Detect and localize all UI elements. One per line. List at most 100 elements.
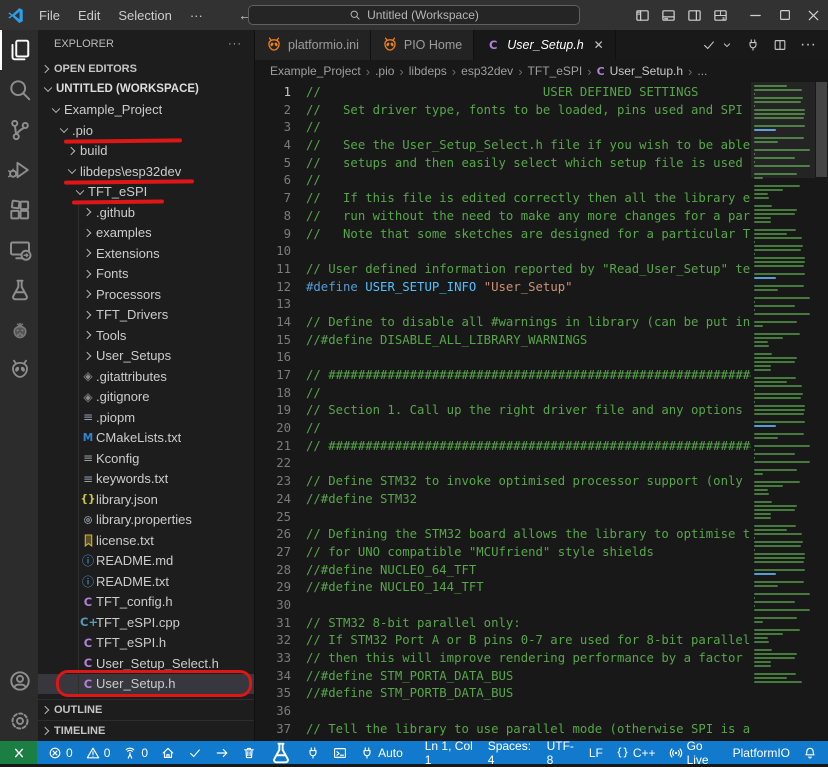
code-line-24[interactable]: 24//#define STM32 <box>255 491 751 509</box>
status-pio-test[interactable] <box>264 741 298 764</box>
tab-platformio-ini[interactable]: platformio.ini <box>255 30 371 60</box>
breadcrumb[interactable]: Example_Project›.pio›libdeps›esp32dev›TF… <box>255 60 828 82</box>
tree-item-readme-md[interactable]: ⓘREADME.md <box>38 551 254 572</box>
tree-item-license-txt[interactable]: license.txt <box>38 530 254 551</box>
activity-testing-icon[interactable] <box>0 270 38 310</box>
tree-item-processors[interactable]: Processors <box>38 284 254 305</box>
tree-item-examples[interactable]: examples <box>38 223 254 244</box>
breadcrumb-item-[interactable]: ... <box>697 64 707 78</box>
section-timeline[interactable]: TIMELINE <box>38 720 254 741</box>
activity-run-debug-icon[interactable] <box>0 150 38 190</box>
code-line-12[interactable]: 12#define USER_SETUP_INFO "User_Setup" <box>255 279 751 297</box>
code-line-13[interactable]: 13 <box>255 296 751 314</box>
tree-item-tft-espi-cpp[interactable]: C+TFT_eSPI.cpp <box>38 612 254 633</box>
code-line-16[interactable]: 16 <box>255 349 751 367</box>
code-line-25[interactable]: 25 <box>255 509 751 527</box>
code-line-27[interactable]: 27// for UNO compatible "MCUfriend" styl… <box>255 544 751 562</box>
code-line-1[interactable]: 1// USER DEFINED SETTINGS <box>255 84 751 102</box>
section-outline[interactable]: OUTLINE <box>38 699 254 720</box>
tree-item-tft-espi[interactable]: TFT_eSPI <box>38 182 254 203</box>
remote-indicator[interactable] <box>0 741 37 764</box>
code-line-3[interactable]: 3// <box>255 119 751 137</box>
code-line-29[interactable]: 29//#define NUCLEO_144_TFT <box>255 579 751 597</box>
tree-item-example-project[interactable]: Example_Project <box>38 100 254 121</box>
code-line-15[interactable]: 15//#define DISABLE_ALL_LIBRARY_WARNINGS <box>255 332 751 350</box>
breadcrumb-item-pio[interactable]: .pio <box>375 64 394 78</box>
status-pio-terminal[interactable] <box>328 741 352 764</box>
tree-item-gitattributes[interactable]: ◈.gitattributes <box>38 366 254 387</box>
activity-remote-explorer-icon[interactable] <box>0 230 38 270</box>
status-pio-build[interactable] <box>183 741 207 764</box>
code-line-14[interactable]: 14// Define to disable all #warnings in … <box>255 314 751 332</box>
activity-platformio-alien-icon[interactable] <box>0 350 38 390</box>
breadcrumb-item-esp32dev[interactable]: esp32dev <box>461 64 513 78</box>
code-line-7[interactable]: 7// If this file is edited correctly the… <box>255 190 751 208</box>
activity-manage-icon[interactable] <box>0 701 38 741</box>
tree-item-piopm[interactable]: ≡.piopm <box>38 407 254 428</box>
customize-layout-icon[interactable] <box>707 0 733 30</box>
command-center-search[interactable]: Untitled (Workspace) <box>248 5 580 25</box>
tree-item-library-properties[interactable]: library.properties <box>38 510 254 531</box>
code-line-35[interactable]: 35//#define STM_PORTB_DATA_BUS <box>255 685 751 703</box>
breadcrumb-item-user-setup-h[interactable]: User_Setup.h <box>610 64 683 78</box>
editor-scrollbar[interactable] <box>815 82 828 741</box>
serial-monitor-button[interactable] <box>746 38 760 52</box>
code-line-33[interactable]: 33// then this will improve rendering pe… <box>255 650 751 668</box>
menu-selection[interactable]: Selection <box>109 4 180 26</box>
code-line-21[interactable]: 21// ###################################… <box>255 438 751 456</box>
close-button[interactable] <box>799 0 828 30</box>
code-line-18[interactable]: 18// <box>255 385 751 403</box>
menu-edit[interactable]: Edit <box>69 4 109 26</box>
more-actions-button[interactable]: ··· <box>800 36 816 54</box>
status-pio-monitor[interactable] <box>301 741 325 764</box>
tree-item-gitignore[interactable]: ◈.gitignore <box>38 387 254 408</box>
code-line-20[interactable]: 20// <box>255 420 751 438</box>
code-line-37[interactable]: 37// Tell the library to use parallel mo… <box>255 721 751 739</box>
status-indentation[interactable]: Spaces: 4 <box>483 741 539 764</box>
code-line-26[interactable]: 26// Defining the STM32 board allows the… <box>255 526 751 544</box>
menu-file[interactable]: File <box>30 4 69 26</box>
tab-pio-home[interactable]: PIO Home <box>371 30 474 60</box>
tree-item-fonts[interactable]: Fonts <box>38 264 254 285</box>
status-cursor-position[interactable]: Ln 1, Col 1 <box>420 741 480 764</box>
code-line-31[interactable]: 31// STM32 8-bit parallel only: <box>255 615 751 633</box>
code-line-5[interactable]: 5// setups and then easily select which … <box>255 155 751 173</box>
status-encoding[interactable]: UTF-8 <box>542 741 581 764</box>
tree-item-readme-txt[interactable]: ⓘREADME.txt <box>38 571 254 592</box>
code-line-30[interactable]: 30 <box>255 597 751 615</box>
status-ports-forwarded[interactable]: 0 <box>118 741 153 764</box>
close-icon[interactable]: ✕ <box>594 38 604 52</box>
scrollbar-thumb[interactable] <box>816 82 827 177</box>
status-eol[interactable]: LF <box>584 741 608 764</box>
status-pio-upload[interactable] <box>210 741 234 764</box>
tree-item-tft-drivers[interactable]: TFT_Drivers <box>38 305 254 326</box>
toggle-secondary-sidebar-icon[interactable] <box>681 0 707 30</box>
run-task-button[interactable] <box>702 38 716 52</box>
status-serial-port[interactable]: Auto <box>355 741 408 764</box>
code-line-8[interactable]: 8// run without the need to make any mor… <box>255 208 751 226</box>
tree-item-tft-espi-h[interactable]: CTFT_eSPI.h <box>38 633 254 654</box>
breadcrumb-item-example-project[interactable]: Example_Project <box>270 64 361 78</box>
tree-item-user-setup-h[interactable]: CUser_Setup.h <box>38 674 254 695</box>
code-line-6[interactable]: 6// <box>255 172 751 190</box>
tree-item-extensions[interactable]: Extensions <box>38 243 254 264</box>
tree-item-pio[interactable]: .pio <box>38 120 254 141</box>
minimize-button[interactable] <box>741 0 770 30</box>
split-editor-button[interactable] <box>773 38 787 52</box>
tree-item-build[interactable]: build <box>38 141 254 162</box>
explorer-more-actions-icon[interactable]: ··· <box>228 38 242 50</box>
tree-item-tools[interactable]: Tools <box>38 325 254 346</box>
status-warnings[interactable]: 0 <box>81 741 116 764</box>
tree-item-tft-config-h[interactable]: CTFT_config.h <box>38 592 254 613</box>
breadcrumb-item-libdeps[interactable]: libdeps <box>409 64 447 78</box>
code-line-4[interactable]: 4// See the User_Setup_Select.h file if … <box>255 137 751 155</box>
status-go-live[interactable]: Go Live <box>664 741 725 764</box>
menu-more[interactable]: ··· <box>181 4 212 26</box>
code-lines[interactable]: 1// USER DEFINED SETTINGS2// Set driver … <box>255 82 751 741</box>
status-pio-clean[interactable] <box>237 741 261 764</box>
tree-item-kconfig[interactable]: ≡Kconfig <box>38 448 254 469</box>
tree-item-untitled-workspace[interactable]: UNTITLED (WORKSPACE) <box>38 79 254 100</box>
tree-item-cmakelists-txt[interactable]: MCMakeLists.txt <box>38 428 254 449</box>
activity-extensions-icon[interactable] <box>0 190 38 230</box>
tree-item-user-setup-select-h[interactable]: CUser_Setup_Select.h <box>38 653 254 674</box>
